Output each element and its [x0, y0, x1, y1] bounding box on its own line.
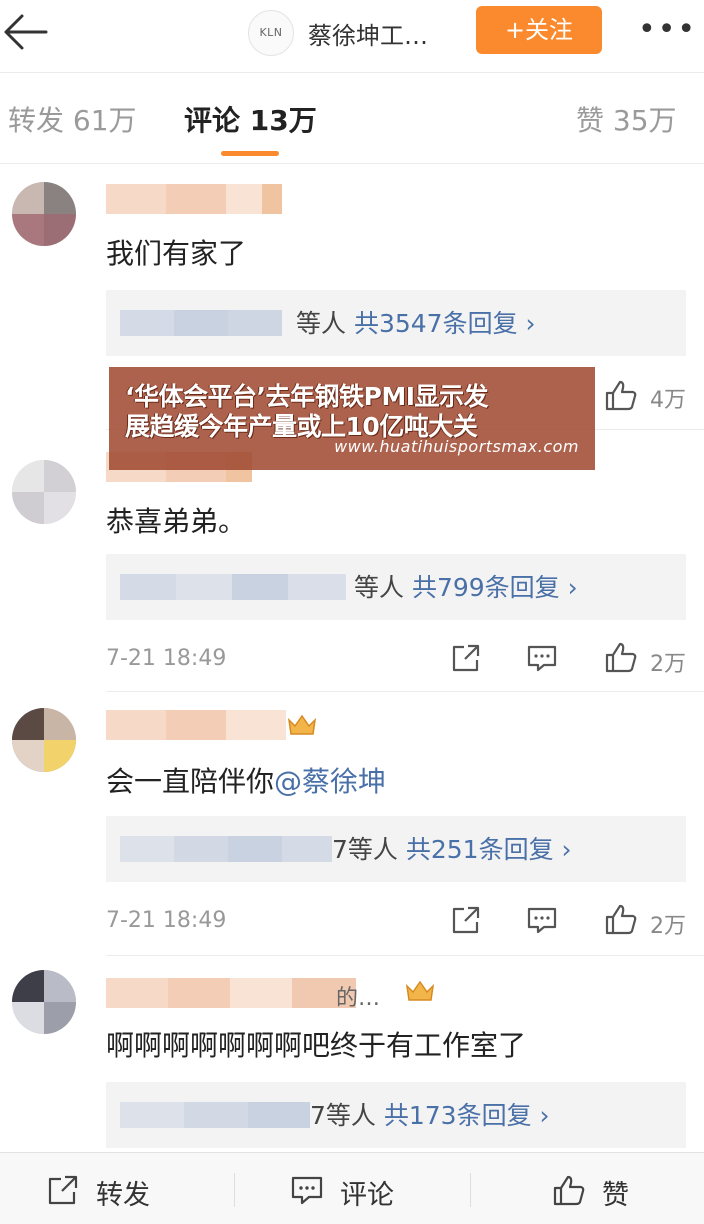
thumbs-up-icon [605, 380, 637, 411]
reply-names-blurred [120, 1102, 310, 1128]
username-blurred[interactable] [106, 184, 282, 214]
avatar[interactable] [12, 182, 76, 246]
more-options-button[interactable]: ••• [638, 12, 695, 48]
reply-count-link[interactable]: 共799条回复 › [412, 573, 578, 602]
username-ellipsis: 的… [336, 986, 381, 1011]
username-blurred[interactable] [106, 710, 286, 740]
reply-users-suffix: 7等人 [332, 835, 398, 864]
reply-summary: 等人 共3547条回复 › [296, 304, 536, 340]
reply-count-link[interactable]: 共251条回复 › [406, 835, 572, 864]
comment-timestamp: 7-21 18:49 [106, 908, 227, 933]
comment-text: 我们有家了 [106, 237, 247, 270]
comment-text: 恭喜弟弟。 [106, 505, 247, 538]
avatar[interactable] [12, 970, 76, 1034]
like-count: 4万 [650, 388, 686, 413]
comment-item: 会一直陪伴你@蔡徐坤 7等人 共251条回复 › 7-21 18:49 2万 [0, 692, 704, 956]
top-bar: KLN 蔡徐坤工… +关注 ••• [0, 0, 704, 66]
reply-preview[interactable]: 7等人 共251条回复 › [106, 816, 686, 882]
reply-summary: 7等人 共173条回复 › [310, 1096, 550, 1132]
reply-names-blurred [120, 836, 332, 862]
like-button[interactable] [604, 640, 644, 674]
crown-badge-icon [287, 714, 317, 735]
comment-text-body: 会一直陪伴你 [106, 765, 275, 798]
profile-avatar[interactable]: KLN [248, 10, 294, 56]
reply-users-suffix: 等人 [354, 573, 405, 602]
divider [470, 1173, 471, 1207]
share-icon [452, 906, 480, 934]
reply-preview[interactable]: 等人 共799条回复 › [106, 554, 686, 620]
tab-like[interactable]: 赞 35万 [576, 99, 677, 139]
thumbs-up-icon [605, 642, 637, 673]
chat-bubble-icon [291, 1176, 323, 1205]
reply-preview[interactable]: 7等人 共173条回复 › [106, 1082, 686, 1148]
bottom-like-label: 赞 [602, 1180, 629, 1211]
bottom-repost-label: 转发 [96, 1180, 150, 1211]
watermark-banner: ‘华体会平台’去年钢铁PMI显示发 展趋缓今年产量或上10亿吨大关 www.hu… [109, 367, 595, 470]
comment-timestamp: 7-21 18:49 [106, 646, 227, 671]
tab-bar: 转发 61万 评论 13万 赞 35万 [0, 73, 704, 163]
bottom-action-bar: 转发 评论 赞 [0, 1152, 704, 1224]
like-count: 2万 [650, 652, 686, 677]
reply-preview[interactable]: 等人 共3547条回复 › [106, 290, 686, 356]
comment-item: 的… 啊啊啊啊啊啊啊吧终于有工作室了 7等人 共173条回复 › [0, 956, 704, 1152]
bottom-comment-button[interactable]: 评论 [290, 1173, 410, 1211]
share-icon [452, 644, 480, 672]
back-button[interactable] [0, 8, 56, 56]
chat-bubble-icon [527, 907, 557, 934]
share-icon [48, 1175, 78, 1205]
reply-comment-button[interactable] [526, 642, 566, 676]
reply-comment-button[interactable] [526, 904, 566, 938]
divider [234, 1173, 235, 1207]
reply-summary: 等人 共799条回复 › [354, 568, 578, 604]
repost-comment-button[interactable] [450, 904, 490, 938]
comment-text: 啊啊啊啊啊啊啊吧终于有工作室了 [106, 1029, 527, 1062]
bottom-like-button[interactable]: 赞 [552, 1173, 642, 1211]
avatar[interactable] [12, 708, 76, 772]
profile-name[interactable]: 蔡徐坤工… [308, 16, 428, 51]
tab-comment[interactable]: 评论 13万 [184, 99, 317, 139]
tab-repost[interactable]: 转发 61万 [8, 99, 137, 139]
repost-comment-button[interactable] [450, 642, 490, 676]
avatar[interactable] [12, 460, 76, 524]
active-tab-indicator [221, 151, 279, 156]
like-count: 2万 [650, 914, 686, 939]
back-arrow-icon [4, 14, 48, 50]
like-button[interactable] [604, 378, 644, 412]
thumbs-up-icon [553, 1175, 585, 1206]
bottom-comment-label: 评论 [340, 1180, 394, 1211]
follow-button[interactable]: +关注 [476, 6, 602, 54]
like-button[interactable] [604, 902, 644, 936]
chat-bubble-icon [527, 645, 557, 672]
reply-names-blurred [120, 574, 346, 600]
reply-count-link[interactable]: 共173条回复 › [384, 1101, 550, 1130]
reply-users-suffix: 等人 [296, 309, 347, 338]
comment-text: 会一直陪伴你@蔡徐坤 [106, 760, 386, 800]
username-blurred[interactable] [106, 978, 356, 1008]
mention-link[interactable]: @蔡徐坤 [274, 765, 386, 798]
reply-users-suffix: 7等人 [310, 1101, 376, 1130]
thumbs-up-icon [605, 904, 637, 935]
reply-count-link[interactable]: 共3547条回复 › [354, 309, 536, 338]
reply-summary: 7等人 共251条回复 › [332, 830, 572, 866]
watermark-url: www.huatihuisportsmax.com [334, 437, 579, 456]
bottom-repost-button[interactable]: 转发 [46, 1173, 166, 1211]
reply-names-blurred [120, 310, 282, 336]
crown-badge-icon [405, 980, 435, 1001]
